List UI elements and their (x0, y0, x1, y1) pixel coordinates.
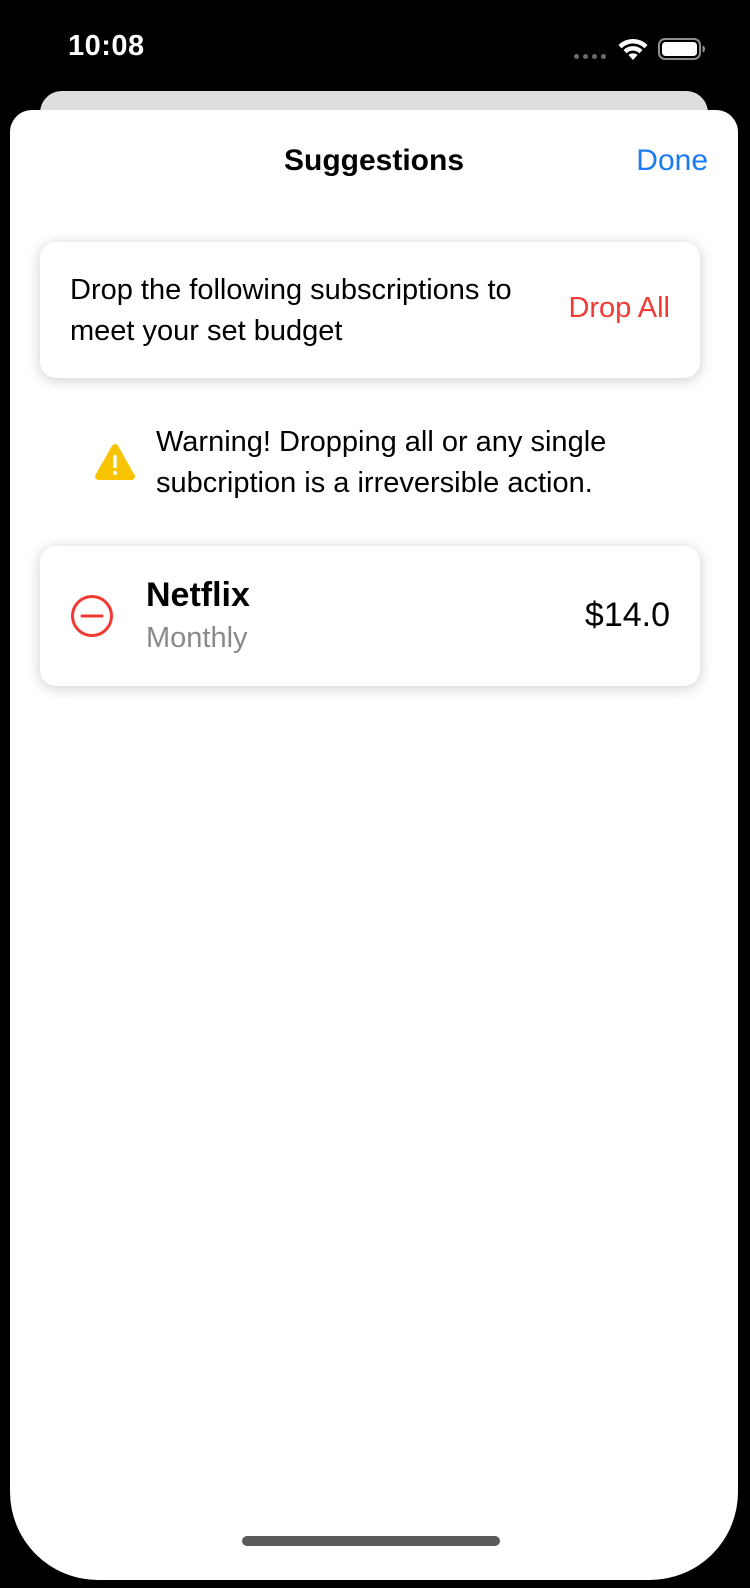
status-time: 10:08 (68, 30, 145, 62)
budget-card: Drop the following subscriptions to meet… (40, 242, 700, 378)
subscription-period: Monthly (146, 622, 248, 654)
page-title: Suggestions (283, 144, 464, 177)
done-button[interactable]: Done (636, 144, 708, 178)
suggestions-sheet: Suggestions Done Drop the following subs… (10, 110, 738, 1580)
warning-text: Warning! Dropping all or any single subc… (156, 426, 607, 499)
subscription-price: $14.0 (584, 596, 670, 634)
phone-screen: 10:08 Suggestions Done Drop the followin… (0, 0, 750, 1588)
subscription-card: Netflix Monthly $14.0 (40, 546, 700, 686)
drop-all-button[interactable]: Drop All (568, 292, 670, 325)
wifi-icon (618, 38, 648, 60)
subscription-name: Netflix (146, 576, 250, 614)
cellular-signal-icon (574, 54, 606, 59)
minus-circle-icon[interactable] (70, 594, 114, 638)
warning-notice: Warning! Dropping all or any single subc… (94, 422, 694, 512)
warning-triangle-icon (95, 444, 135, 480)
home-indicator[interactable] (242, 1536, 500, 1546)
budget-message: Drop the following subscriptions to meet… (70, 274, 512, 347)
battery-icon (658, 38, 705, 60)
